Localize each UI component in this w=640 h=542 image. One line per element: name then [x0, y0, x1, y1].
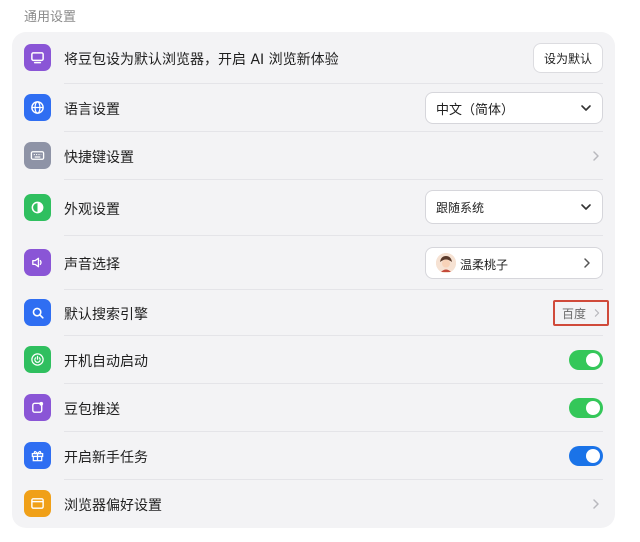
half-circle-icon: [24, 194, 51, 221]
row-label: 语言设置: [64, 102, 120, 118]
language-select[interactable]: 中文（简体）: [425, 92, 603, 124]
notification-icon: [24, 394, 51, 421]
voice-name: 温柔桃子: [460, 258, 509, 272]
chevron-down-icon: [581, 204, 591, 210]
toggle-knob: [586, 449, 600, 463]
toggle-knob: [586, 401, 600, 415]
select-value: 跟随系统: [436, 200, 485, 215]
set-default-button[interactable]: 设为默认: [533, 43, 603, 73]
row-label: 开启新手任务: [64, 450, 148, 466]
chevron-right-icon: [593, 499, 599, 509]
voice-select[interactable]: 温柔桃子: [425, 247, 603, 279]
toggle-knob: [586, 353, 600, 367]
gift-icon: [24, 442, 51, 469]
general-settings-card: 将豆包设为默认浏览器，开启 AI 浏览新体验 设为默认 语言设置 中文（简体） …: [12, 32, 615, 528]
appearance-select[interactable]: 跟随系统: [425, 190, 603, 224]
row-appearance: 外观设置 跟随系统: [12, 180, 615, 236]
monitor-icon: [24, 44, 51, 71]
row-label: 快捷键设置: [64, 150, 134, 166]
row-autostart: 开机自动启动: [12, 336, 615, 384]
row-label: 开机自动启动: [64, 354, 148, 370]
push-toggle[interactable]: [569, 398, 603, 418]
globe-icon: [24, 94, 51, 121]
chevron-right-icon: [593, 151, 599, 161]
row-language: 语言设置 中文（简体）: [12, 84, 615, 132]
browser-window-icon: [24, 490, 51, 517]
avatar: [436, 253, 456, 273]
keyboard-icon: [24, 142, 51, 169]
row-label: 默认搜索引擎: [64, 307, 148, 323]
chevron-right-icon: [594, 309, 600, 317]
row-voice: 声音选择 温柔桃子: [12, 236, 615, 290]
row-label: 外观设置: [64, 202, 120, 218]
select-value: 中文（简体）: [436, 102, 515, 118]
section-title: 通用设置: [24, 10, 77, 25]
row-label: 浏览器偏好设置: [64, 498, 162, 514]
row-default-browser: 将豆包设为默认浏览器，开启 AI 浏览新体验 设为默认: [12, 32, 615, 84]
row-label: 将豆包设为默认浏览器，开启 AI 浏览新体验: [64, 52, 339, 68]
row-shortcuts[interactable]: 快捷键设置: [12, 132, 615, 180]
chevron-down-icon: [581, 105, 591, 111]
row-browser-preferences[interactable]: 浏览器偏好设置: [12, 480, 615, 528]
power-icon: [24, 346, 51, 373]
search-icon: [24, 299, 51, 326]
autostart-toggle[interactable]: [569, 350, 603, 370]
row-label: 声音选择: [64, 257, 120, 273]
speaker-icon: [24, 249, 51, 276]
row-search-engine: 默认搜索引擎 百度: [12, 290, 615, 336]
search-engine-value: 百度: [562, 306, 587, 321]
chevron-right-icon: [584, 258, 590, 268]
row-label: 豆包推送: [64, 402, 120, 418]
row-newbie-tasks: 开启新手任务: [12, 432, 615, 480]
newbie-tasks-toggle[interactable]: [569, 446, 603, 466]
search-engine-selector[interactable]: 百度: [553, 300, 609, 326]
row-push: 豆包推送: [12, 384, 615, 432]
